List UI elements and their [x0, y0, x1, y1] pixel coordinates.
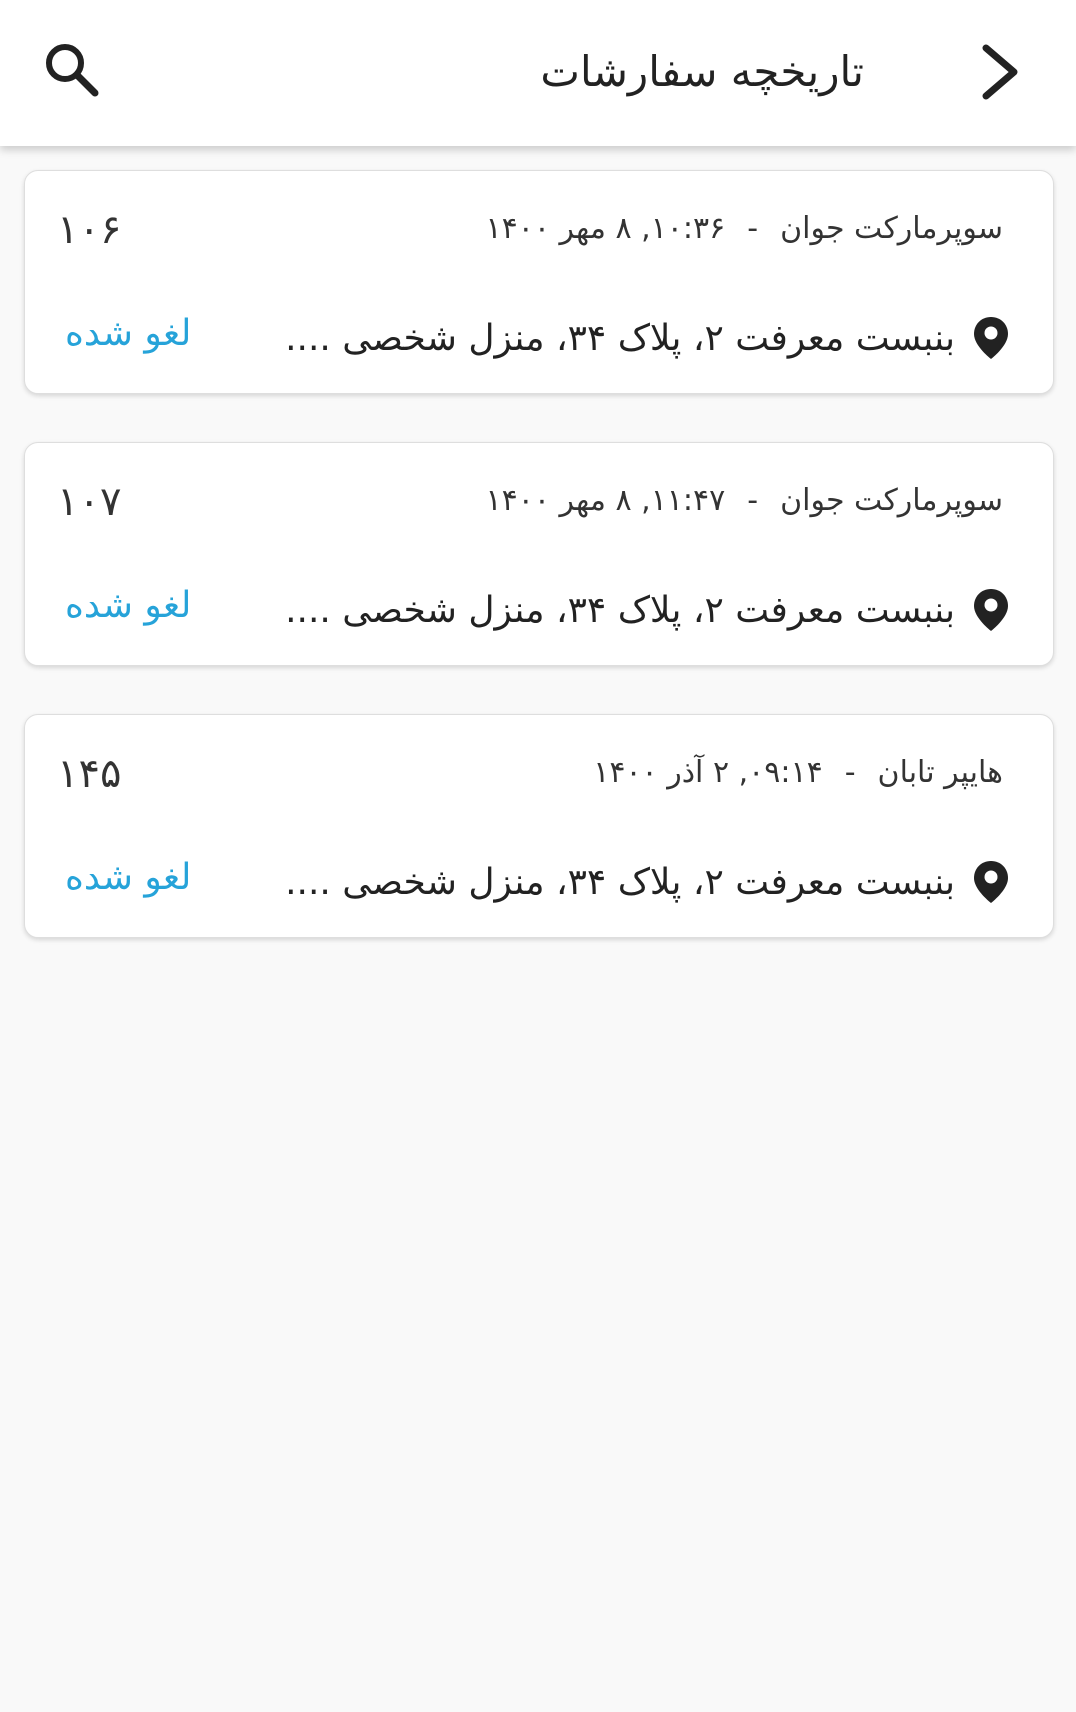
orders-list: ۱۰۶ سوپرمارکت جوان-۱۰:۳۶, ۸ مهر ۱۴۰۰ بنب… — [24, 170, 1056, 986]
chevron-right-icon — [982, 44, 1018, 100]
app-bar: تاریخچه سفارشات — [0, 0, 1076, 146]
order-meta: سوپرمارکت جوان-۱۰:۳۶, ۸ مهر ۱۴۰۰ — [486, 211, 1004, 246]
location-pin-icon — [969, 857, 1013, 907]
delivery-address: بنبست معرفت ۲، پلاک ۳۴، منزل شخصی .... — [285, 589, 955, 631]
order-status: لغو شده — [65, 857, 192, 898]
search-icon — [46, 44, 99, 97]
order-number: ۱۰۶ — [57, 207, 122, 253]
delivery-address: بنبست معرفت ۲، پلاک ۳۴، منزل شخصی .... — [285, 861, 955, 903]
delivery-address: بنبست معرفت ۲، پلاک ۳۴، منزل شخصی .... — [285, 317, 955, 359]
location-pin-icon — [969, 313, 1013, 363]
order-datetime: ۰۹:۱۴, ۲ آذر ۱۴۰۰ — [593, 755, 823, 790]
address-row: بنبست معرفت ۲، پلاک ۳۴، منزل شخصی .... — [285, 857, 1013, 907]
order-card[interactable]: ۱۴۵ هایپر تابان-۰۹:۱۴, ۲ آذر ۱۴۰۰ بنبست … — [24, 714, 1054, 938]
order-meta: سوپرمارکت جوان-۱۱:۴۷, ۸ مهر ۱۴۰۰ — [486, 483, 1004, 518]
meta-separator: - — [747, 211, 759, 246]
order-status: لغو شده — [65, 313, 192, 354]
store-name: سوپرمارکت جوان — [780, 211, 1003, 246]
store-name: سوپرمارکت جوان — [780, 483, 1003, 518]
order-status: لغو شده — [65, 585, 192, 626]
order-datetime: ۱۰:۳۶, ۸ مهر ۱۴۰۰ — [485, 211, 726, 246]
store-name: هایپر تابان — [877, 755, 1003, 790]
meta-separator: - — [844, 755, 856, 790]
order-card[interactable]: ۱۰۶ سوپرمارکت جوان-۱۰:۳۶, ۸ مهر ۱۴۰۰ بنب… — [24, 170, 1054, 394]
meta-separator: - — [747, 483, 759, 518]
address-row: بنبست معرفت ۲، پلاک ۳۴، منزل شخصی .... — [285, 313, 1013, 363]
order-card[interactable]: ۱۰۷ سوپرمارکت جوان-۱۱:۴۷, ۸ مهر ۱۴۰۰ بنب… — [24, 442, 1054, 666]
order-datetime: ۱۱:۴۷, ۸ مهر ۱۴۰۰ — [485, 483, 726, 518]
location-pin-icon — [969, 585, 1013, 635]
order-meta: هایپر تابان-۰۹:۱۴, ۲ آذر ۱۴۰۰ — [593, 755, 1003, 790]
order-number: ۱۰۷ — [57, 479, 122, 525]
order-number: ۱۴۵ — [57, 751, 122, 797]
page-title: تاریخچه سفارشات — [540, 47, 864, 96]
back-button[interactable] — [964, 36, 1036, 108]
address-row: بنبست معرفت ۲، پلاک ۳۴، منزل شخصی .... — [285, 585, 1013, 635]
search-button[interactable] — [36, 34, 108, 106]
